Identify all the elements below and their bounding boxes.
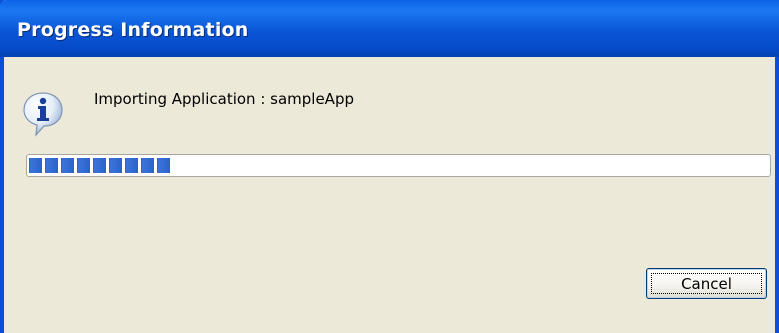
progress-dialog: Progress Information Importing Applicati… xyxy=(0,0,779,333)
cancel-button-label: Cancel xyxy=(651,273,762,294)
title-bar[interactable]: Progress Information xyxy=(0,0,779,57)
window-title: Progress Information xyxy=(17,19,249,41)
progress-bar xyxy=(26,154,771,177)
dialog-body: Importing Application : sampleApp Cancel xyxy=(4,57,775,333)
progress-bar-fill xyxy=(29,158,170,173)
cancel-button[interactable]: Cancel xyxy=(646,268,767,299)
status-message: Importing Application : sampleApp xyxy=(94,90,354,108)
info-icon xyxy=(22,91,64,137)
